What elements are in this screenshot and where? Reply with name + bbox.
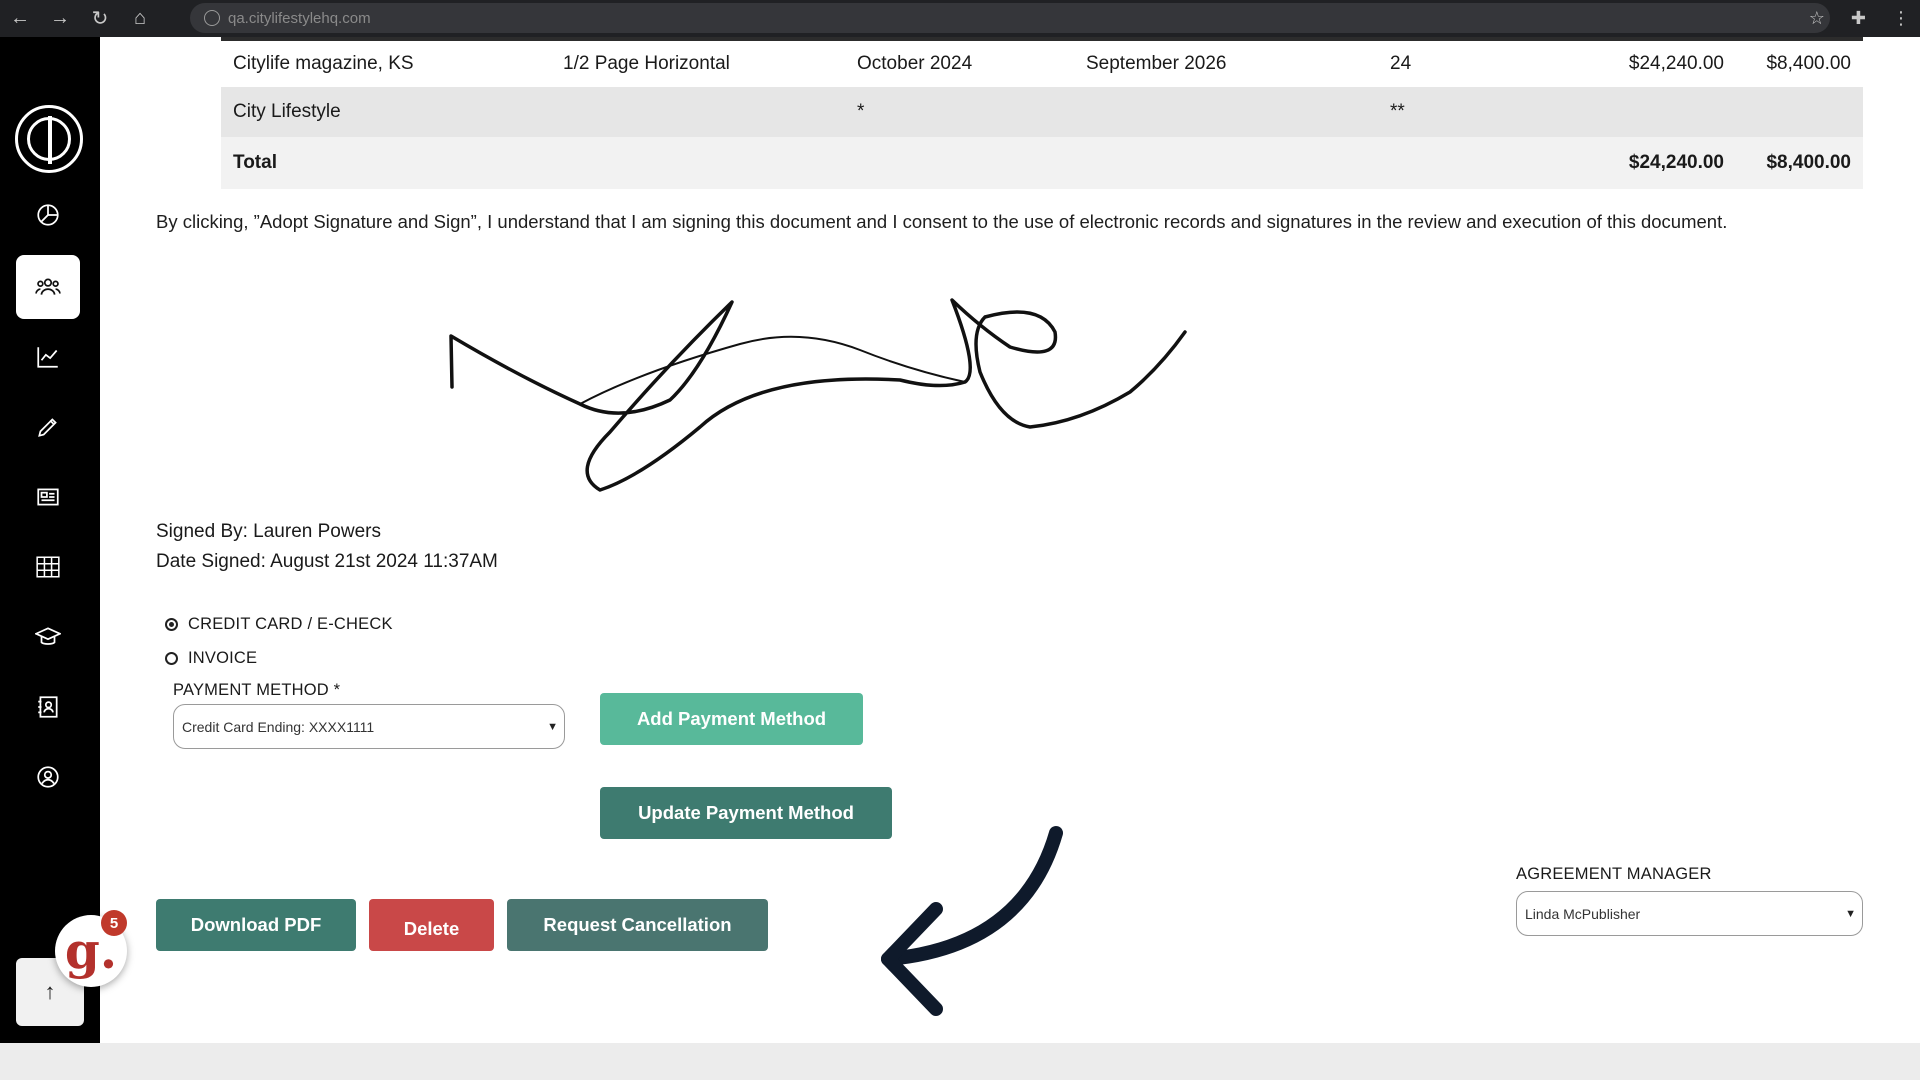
order-summary-table: Citylife magazine, KS 1/2 Page Horizonta… bbox=[221, 37, 1863, 189]
pie-chart-icon bbox=[37, 204, 59, 226]
add-payment-method-button[interactable]: Add Payment Method bbox=[600, 693, 863, 745]
contact-book-icon bbox=[38, 696, 58, 718]
table-row: Citylife magazine, KS 1/2 Page Horizonta… bbox=[221, 39, 1863, 87]
line-chart-icon bbox=[37, 347, 58, 368]
agreement-content: Citylife magazine, KS 1/2 Page Horizonta… bbox=[100, 37, 1920, 1043]
browser-toolbar: ← → ↻ ⌂ qa.citylifestylehq.com ☆ ✚ ⋮ bbox=[0, 0, 1920, 37]
table-row: City Lifestyle * ** bbox=[221, 87, 1863, 137]
cell-ad-size bbox=[551, 87, 845, 137]
sidebar-item-dashboard[interactable] bbox=[16, 183, 80, 247]
cell-amount bbox=[1736, 87, 1863, 137]
agreement-manager-value: Linda McPublisher bbox=[1525, 905, 1641, 922]
grand-amount: $8,400.00 bbox=[1766, 152, 1851, 173]
date-signed: Date Signed: August 21st 2024 11:37AM bbox=[156, 551, 498, 572]
dropdown-arrow-icon: ▼ bbox=[1845, 907, 1856, 920]
cell-start: * bbox=[857, 101, 865, 122]
cell-total bbox=[1522, 87, 1736, 137]
newspaper-icon bbox=[37, 488, 59, 506]
cell-magazine: Citylife magazine, KS bbox=[233, 53, 414, 74]
site-info-icon[interactable] bbox=[204, 10, 220, 26]
pencil-icon bbox=[38, 418, 57, 437]
cell-end: September 2026 bbox=[1086, 53, 1227, 74]
agreement-manager-select[interactable]: Linda McPublisher ▼ bbox=[1516, 891, 1863, 936]
address-bar[interactable]: qa.citylifestylehq.com bbox=[190, 3, 1830, 33]
sidebar bbox=[0, 37, 100, 1043]
extensions-icon[interactable]: ✚ bbox=[1851, 8, 1866, 29]
browser-menu-icon[interactable]: ⋮ bbox=[1892, 8, 1910, 29]
table-total-row: Total $24,240.00 $8,400.00 bbox=[221, 137, 1863, 189]
payment-option-invoice[interactable]: INVOICE bbox=[165, 649, 257, 668]
arrow-up-icon: ↑ bbox=[44, 979, 56, 1004]
total-label: Total bbox=[233, 152, 277, 173]
sidebar-item-analytics[interactable] bbox=[16, 325, 80, 389]
user-circle-icon bbox=[37, 766, 59, 788]
cell-issues: ** bbox=[1390, 101, 1405, 122]
home-icon[interactable]: ⌂ bbox=[120, 7, 160, 30]
back-icon[interactable]: ← bbox=[0, 7, 40, 30]
payment-method-select[interactable]: Credit Card Ending: XXXX1111 ▼ bbox=[173, 704, 565, 749]
radio-button-checked[interactable] bbox=[165, 618, 178, 631]
grand-total: $24,240.00 bbox=[1628, 152, 1724, 173]
request-cancellation-button[interactable]: Request Cancellation bbox=[507, 899, 768, 951]
signature-image bbox=[449, 298, 1187, 492]
city-lifestyle-logo[interactable] bbox=[15, 105, 83, 173]
cell-total: $24,240.00 bbox=[1628, 53, 1724, 74]
payment-method-value: Credit Card Ending: XXXX1111 bbox=[182, 718, 375, 735]
cell-amount: $8,400.00 bbox=[1766, 53, 1851, 74]
grid-icon bbox=[36, 556, 60, 578]
sidebar-item-edit[interactable] bbox=[16, 395, 80, 459]
dropdown-arrow-icon: ▼ bbox=[547, 720, 558, 733]
annotation-arrow-icon bbox=[881, 826, 1063, 1016]
sidebar-item-grid[interactable] bbox=[16, 535, 80, 599]
radio-button[interactable] bbox=[165, 652, 178, 665]
cell-end bbox=[1074, 87, 1378, 137]
cell-issues: 24 bbox=[1390, 53, 1412, 74]
graduation-cap-icon bbox=[35, 627, 61, 645]
sidebar-item-directory[interactable] bbox=[16, 675, 80, 739]
signed-by: Signed By: Lauren Powers bbox=[156, 521, 381, 542]
users-icon bbox=[35, 278, 61, 295]
consent-text: By clicking, ”Adopt Signature and Sign”,… bbox=[156, 211, 1728, 232]
sidebar-item-contacts[interactable] bbox=[16, 255, 80, 319]
forward-icon[interactable]: → bbox=[40, 7, 80, 30]
cell-magazine: City Lifestyle bbox=[233, 101, 341, 122]
cell-ad-size: 1/2 Page Horizontal bbox=[563, 53, 730, 74]
signature-details: Signed By: Lauren Powers Date Signed: Au… bbox=[156, 517, 498, 577]
agreement-manager-label: AGREEMENT MANAGER bbox=[1516, 865, 1712, 883]
payment-option-label: CREDIT CARD / E-CHECK bbox=[188, 615, 393, 633]
reload-icon[interactable]: ↻ bbox=[80, 6, 120, 31]
notification-count-badge: 5 bbox=[101, 910, 127, 936]
cell-start: October 2024 bbox=[857, 53, 973, 74]
delete-button[interactable]: Delete bbox=[369, 899, 494, 951]
payment-method-label: PAYMENT METHOD * bbox=[173, 681, 341, 699]
payment-option-card[interactable]: CREDIT CARD / E-CHECK bbox=[165, 615, 393, 634]
sidebar-item-publications[interactable] bbox=[16, 465, 80, 529]
download-pdf-button[interactable]: Download PDF bbox=[156, 899, 356, 951]
address-url: qa.citylifestylehq.com bbox=[228, 9, 371, 27]
sidebar-item-training[interactable] bbox=[16, 605, 80, 669]
bookmark-star-icon[interactable]: ☆ bbox=[1809, 8, 1825, 29]
sidebar-item-account[interactable] bbox=[16, 745, 80, 809]
payment-option-label: INVOICE bbox=[188, 649, 258, 667]
